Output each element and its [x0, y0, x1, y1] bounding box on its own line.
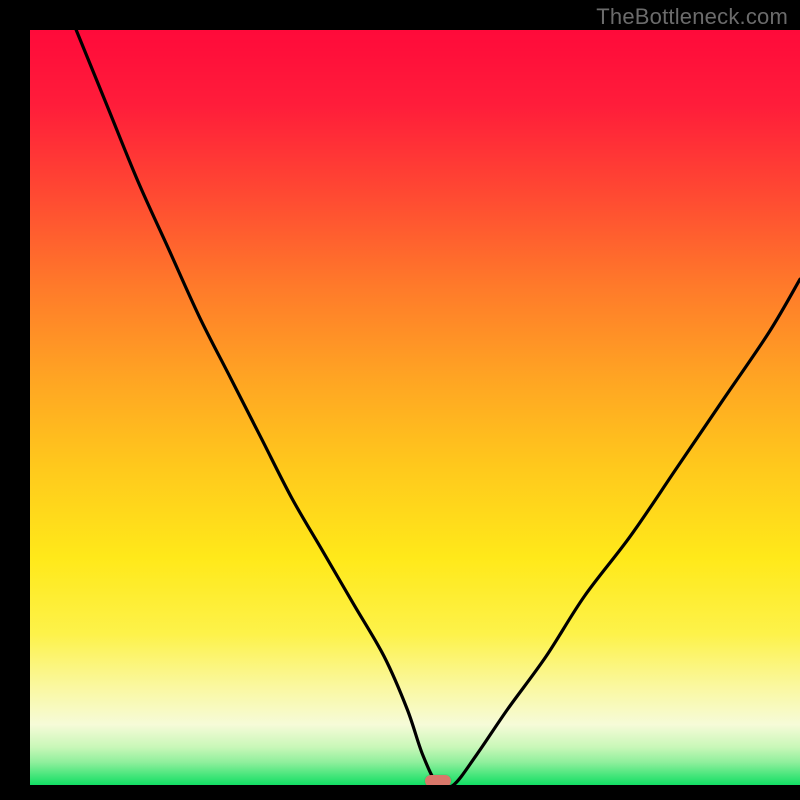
chart-frame: TheBottleneck.com: [0, 0, 800, 800]
watermark-text: TheBottleneck.com: [596, 4, 788, 30]
optimal-marker: [425, 775, 451, 785]
bottleneck-curve: [76, 30, 800, 785]
plot-area: [30, 30, 800, 785]
curve-layer: [30, 30, 800, 785]
